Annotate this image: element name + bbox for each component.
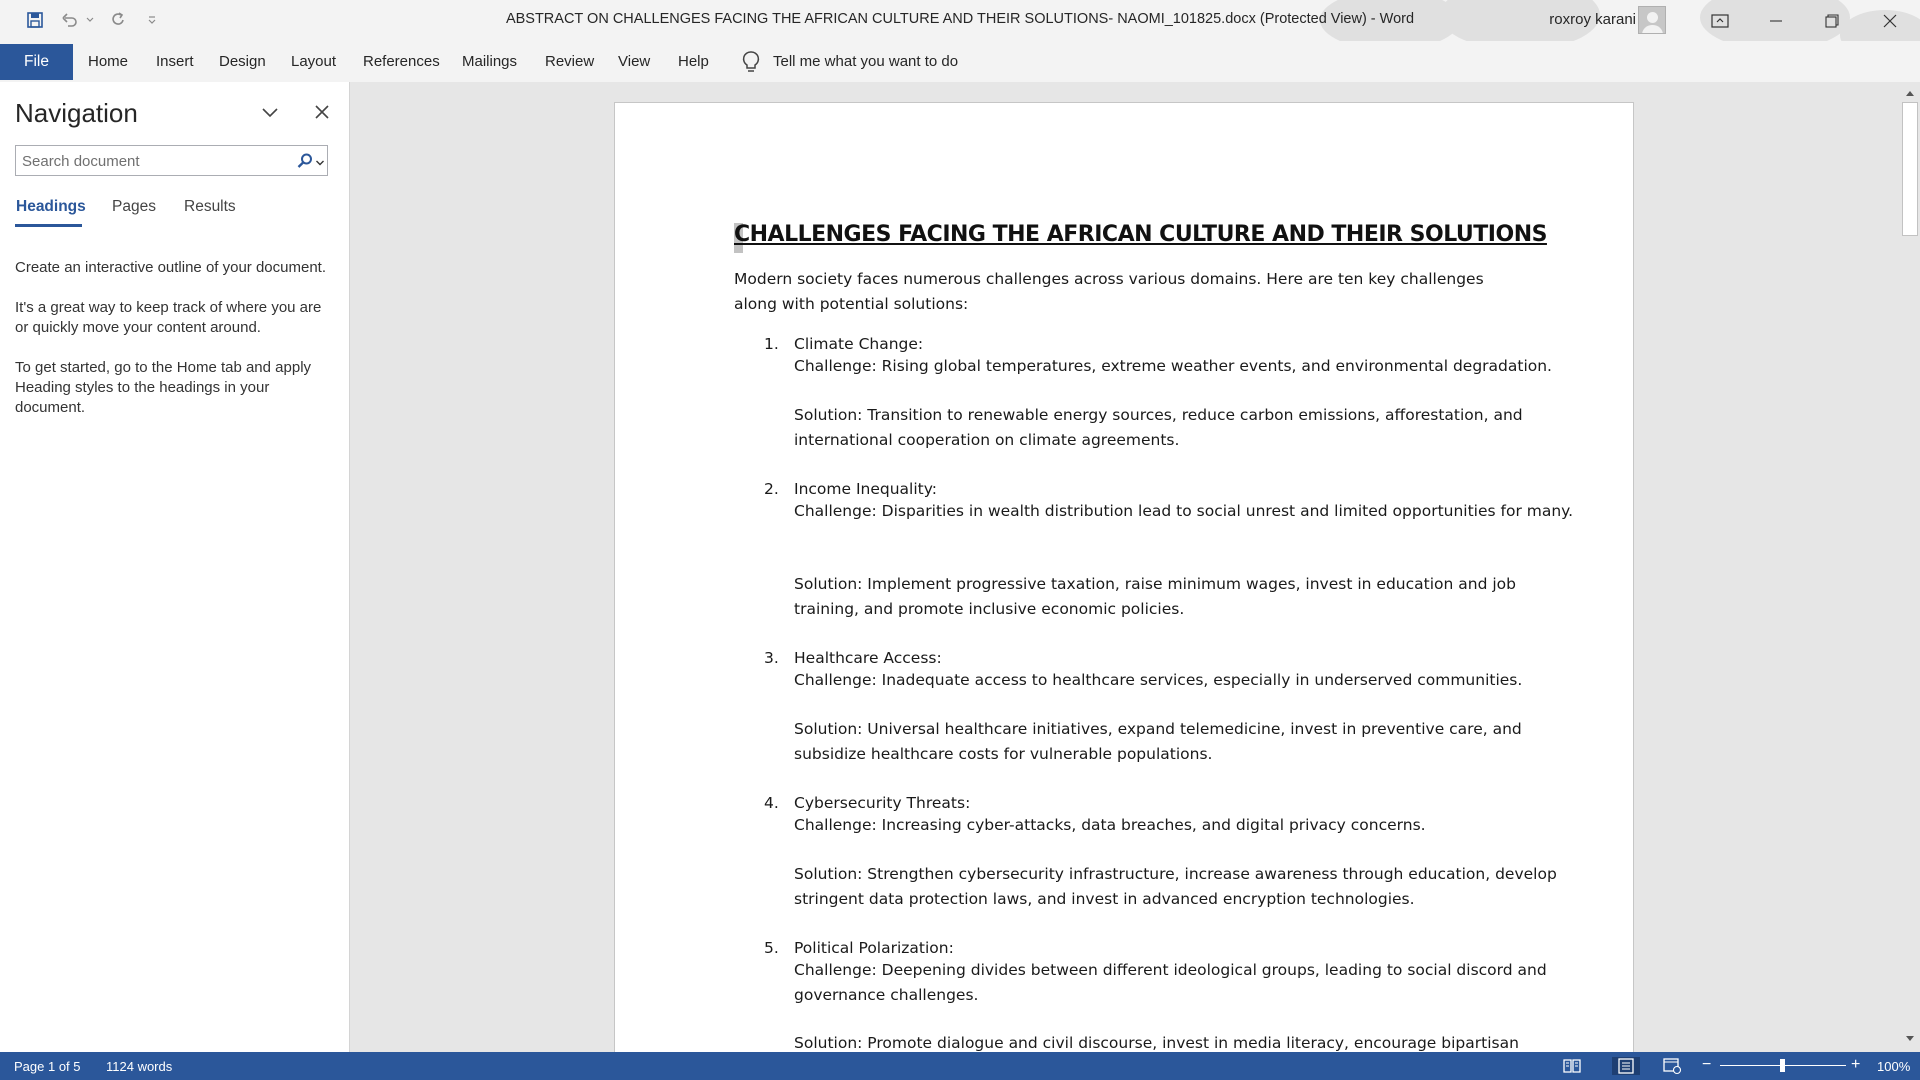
list-number: 1.	[764, 335, 779, 353]
list-item-solution: Solution: Strengthen cybersecurity infra…	[794, 865, 1557, 908]
list-number: 4.	[764, 794, 779, 812]
list-item-solution: Solution: Implement progressive taxation…	[794, 575, 1516, 618]
tab-view[interactable]: View	[618, 53, 650, 70]
list-item-heading: Climate Change:	[794, 335, 924, 353]
navigation-title: Navigation	[15, 98, 138, 128]
navigation-help-text: Create an interactive outline of your do…	[15, 259, 327, 276]
document-title: CHALLENGES FACING THE AFRICAN CULTURE AN…	[734, 222, 1547, 247]
ribbon-tabs: File Home Insert Design Layout Reference…	[0, 41, 1920, 82]
read-mode-icon[interactable]	[1562, 1057, 1582, 1075]
list-item-challenge: Challenge: Deepening divides between dif…	[794, 961, 1547, 1004]
print-layout-icon[interactable]	[1612, 1057, 1640, 1075]
list-number: 5.	[764, 939, 779, 957]
zoom-in-button[interactable]: +	[1851, 1056, 1860, 1074]
zoom-level[interactable]: 100%	[1877, 1059, 1910, 1074]
search-icon[interactable]	[296, 152, 314, 170]
avatar[interactable]	[1638, 6, 1666, 34]
chevron-down-icon[interactable]	[315, 155, 325, 166]
tab-references[interactable]: References	[363, 53, 440, 70]
list-item-solution: Solution: Transition to renewable energy…	[794, 406, 1523, 449]
tab-layout[interactable]: Layout	[291, 53, 336, 70]
list-number: 3.	[764, 649, 779, 667]
list-item-heading: Healthcare Access:	[794, 649, 942, 667]
tab-insert[interactable]: Insert	[156, 53, 194, 70]
tab-headings[interactable]: Headings	[16, 198, 86, 216]
web-layout-icon[interactable]	[1662, 1057, 1682, 1075]
restore-icon[interactable]	[1804, 0, 1860, 41]
tab-results[interactable]: Results	[184, 198, 236, 216]
tab-review[interactable]: Review	[545, 53, 594, 70]
search-input[interactable]	[22, 150, 292, 172]
search-box	[15, 145, 328, 176]
page-count[interactable]: Page 1 of 5	[14, 1059, 81, 1074]
navigation-help-text: It's a great way to keep track of where …	[15, 299, 322, 336]
list-item-challenge: Challenge: Increasing cyber-attacks, dat…	[794, 816, 1426, 834]
list-number: 2.	[764, 480, 779, 498]
vertical-scrollbar[interactable]	[1899, 82, 1920, 1052]
title-bar: ABSTRACT ON CHALLENGES FACING THE AFRICA…	[0, 0, 1920, 60]
minimize-icon[interactable]	[1748, 0, 1804, 41]
list-item-solution: Solution: Universal healthcare initiativ…	[794, 720, 1522, 763]
zoom-out-button[interactable]: −	[1702, 1056, 1711, 1074]
list-item-heading: Income Inequality:	[794, 480, 938, 498]
scroll-up-icon[interactable]	[1899, 84, 1920, 102]
tab-pages[interactable]: Pages	[112, 198, 156, 216]
scrollbar-thumb[interactable]	[1902, 102, 1918, 236]
navigation-help-text: To get started, go to the Home tab and a…	[15, 359, 312, 416]
list-item-heading: Political Polarization:	[794, 939, 954, 957]
active-tab-indicator	[15, 224, 82, 227]
document-canvas[interactable]: CHALLENGES FACING THE AFRICAN CULTURE AN…	[350, 82, 1899, 1052]
tab-home[interactable]: Home	[88, 53, 128, 70]
list-item-challenge: Challenge: Disparities in wealth distrib…	[794, 502, 1574, 520]
intro-paragraph: Modern society faces numerous challenges…	[734, 270, 1484, 313]
word-count[interactable]: 1124 words	[106, 1059, 172, 1074]
tab-mailings[interactable]: Mailings	[462, 53, 517, 70]
zoom-slider-thumb[interactable]	[1780, 1059, 1785, 1072]
scroll-down-icon[interactable]	[1899, 1030, 1920, 1048]
close-icon[interactable]	[310, 100, 334, 124]
ribbon-display-options-icon[interactable]	[1692, 0, 1748, 41]
navigation-pane: Navigation Headings Pages Results Create…	[0, 82, 350, 1052]
tell-me-search[interactable]: Tell me what you want to do	[773, 53, 958, 70]
lightbulb-icon[interactable]	[740, 49, 762, 75]
tab-design[interactable]: Design	[219, 53, 266, 70]
tab-help[interactable]: Help	[678, 53, 709, 70]
status-bar: Page 1 of 5 1124 words − + 100%	[0, 1052, 1920, 1080]
list-item-challenge: Challenge: Inadequate access to healthca…	[794, 671, 1523, 689]
list-item-challenge: Challenge: Rising global temperatures, e…	[794, 357, 1552, 375]
user-name[interactable]: roxroy karani	[1549, 11, 1636, 28]
tab-file[interactable]: File	[0, 44, 73, 80]
chevron-down-icon[interactable]	[258, 100, 282, 124]
list-item-solution: Solution: Promote dialogue and civil dis…	[794, 1034, 1519, 1052]
list-item-heading: Cybersecurity Threats:	[794, 794, 971, 812]
document-page[interactable]: CHALLENGES FACING THE AFRICAN CULTURE AN…	[614, 102, 1634, 1052]
close-icon[interactable]	[1862, 0, 1918, 41]
